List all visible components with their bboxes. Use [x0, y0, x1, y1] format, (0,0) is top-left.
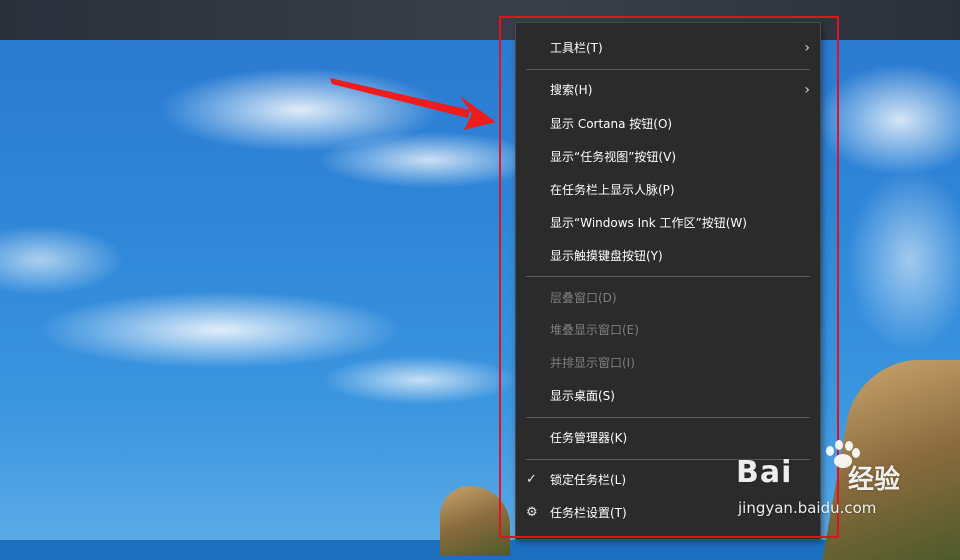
- watermark-url: jingyan.baidu.com: [738, 499, 877, 517]
- watermark-brand: Bai: [736, 455, 793, 490]
- baidu-watermark: Bai 经验 jingyan.baidu.com: [736, 440, 936, 525]
- watermark-brand-cn: 经验: [848, 465, 901, 495]
